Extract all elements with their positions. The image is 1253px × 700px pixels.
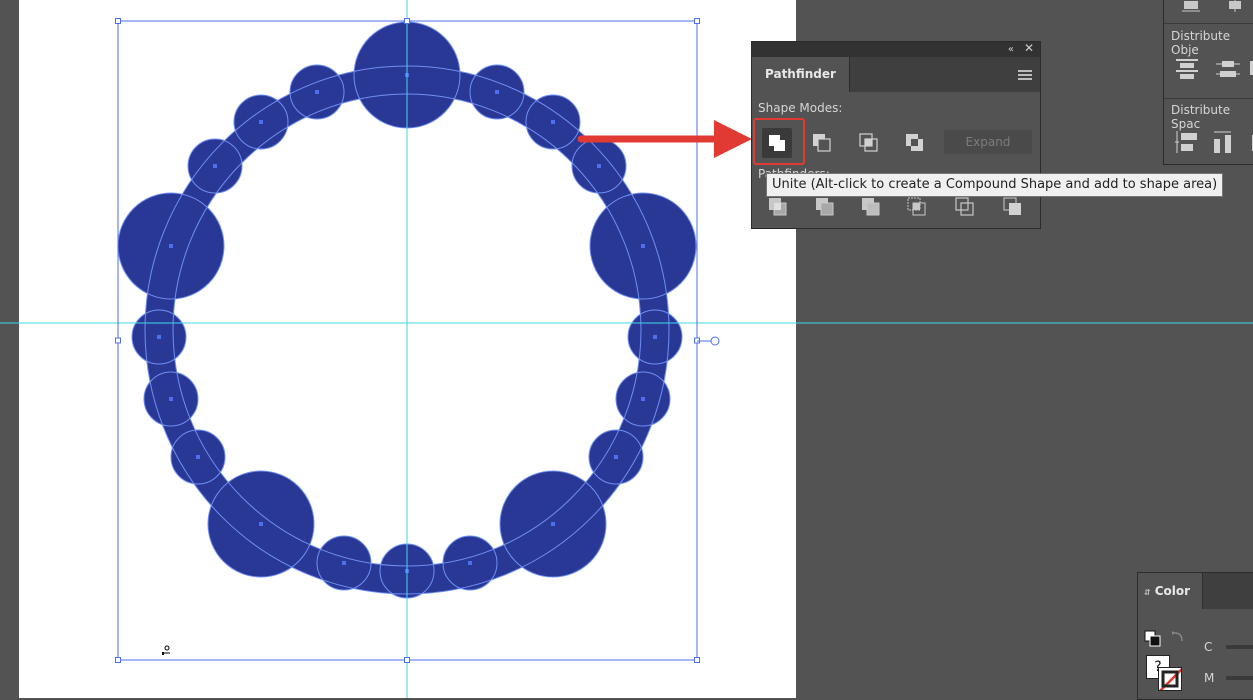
tab-arrows-icon: ⇵ — [1144, 588, 1151, 597]
distribute-top-icon — [1176, 59, 1198, 79]
distribute-spacing-label: Distribute Spac — [1171, 103, 1231, 131]
center-point — [213, 164, 217, 168]
divide-button[interactable] — [766, 195, 792, 221]
crop-button[interactable] — [905, 195, 931, 221]
handle-bottom-middle[interactable] — [404, 657, 410, 663]
unite-tooltip: Unite (Alt-click to create a Compound Sh… — [766, 173, 1224, 197]
fill-stroke-swap-icon[interactable] — [1144, 630, 1162, 648]
workspace[interactable] — [0, 0, 1253, 698]
center-point — [342, 561, 346, 565]
center-point — [551, 522, 555, 526]
channel-c-label: C — [1204, 640, 1213, 654]
center-point — [196, 455, 200, 459]
panel-title-bar[interactable]: « ✕ — [752, 41, 1040, 57]
exclude-icon — [906, 134, 923, 151]
stroke-none-swatch[interactable] — [1158, 667, 1182, 691]
align-top-icons — [1174, 0, 1253, 13]
center-point — [169, 397, 173, 401]
center-point — [157, 335, 161, 339]
handle-bottom-left[interactable] — [115, 657, 121, 663]
center-point — [597, 164, 601, 168]
minus-back-button[interactable] — [1001, 195, 1027, 221]
handle-middle-left[interactable] — [115, 337, 121, 344]
vertical-distribute-space-icon — [1175, 131, 1197, 153]
center-point — [614, 455, 618, 459]
handle-top-left[interactable] — [115, 18, 121, 24]
distribute-vcenter-icon — [1216, 61, 1240, 77]
color-panel[interactable]: ⇵Color ? C M — [1137, 572, 1253, 700]
trim-button[interactable] — [813, 195, 839, 221]
expand-button[interactable]: Expand — [944, 130, 1032, 154]
exclude-button[interactable] — [902, 130, 928, 156]
center-point — [641, 397, 645, 401]
minus-back-icon — [1003, 197, 1021, 215]
tab-pathfinder[interactable]: Pathfinder — [752, 57, 850, 92]
channel-m-slider[interactable] — [1226, 676, 1253, 680]
distribute-spacing-buttons[interactable] — [1174, 129, 1253, 157]
center-point — [259, 120, 263, 124]
channel-m-label: M — [1204, 671, 1215, 685]
handle-bottom-right[interactable] — [694, 657, 700, 663]
swap-arrow-icon[interactable] — [1170, 629, 1186, 645]
channel-c-slider[interactable] — [1226, 645, 1253, 649]
handle-top-middle[interactable] — [404, 18, 410, 24]
distribute-objects-label: Distribute Obje — [1171, 29, 1231, 57]
outline-button[interactable] — [953, 195, 979, 221]
shape-modes-label: Shape Modes: — [758, 101, 843, 115]
center-point — [551, 120, 555, 124]
center-point — [169, 244, 173, 248]
panel-tab-bar: Pathfinder — [752, 57, 1040, 92]
distribute-objects-buttons[interactable] — [1174, 55, 1253, 83]
trim-icon — [816, 198, 834, 216]
color-panel-tab-bar: ⇵ Color — [1138, 573, 1253, 609]
close-icon[interactable]: ✕ — [1024, 41, 1034, 56]
center-point — [468, 561, 472, 565]
intersect-icon — [859, 133, 878, 152]
merge-button[interactable] — [859, 195, 885, 221]
intersect-button[interactable] — [856, 130, 882, 156]
crop-icon — [907, 197, 926, 216]
rotate-handle[interactable] — [710, 336, 720, 346]
panel-menu-icon[interactable] — [1018, 70, 1032, 80]
merge-icon — [862, 198, 880, 216]
tab-color[interactable]: ⇵ Color — [1138, 573, 1204, 609]
align-panel[interactable]: Distribute Obje Distribute Spac — [1163, 0, 1253, 165]
outline-icon — [955, 197, 974, 216]
center-point — [653, 335, 657, 339]
unite-highlight-box — [753, 118, 805, 165]
center-point — [641, 244, 645, 248]
handle-top-right[interactable] — [694, 18, 700, 24]
center-point — [495, 90, 499, 94]
center-point — [259, 522, 263, 526]
divide-icon — [769, 198, 787, 216]
collapse-icon[interactable]: « — [1008, 42, 1014, 57]
center-point — [315, 90, 319, 94]
color-tab-label: Color — [1154, 584, 1191, 598]
none-slash-icon — [1159, 668, 1181, 690]
minus-front-icon — [813, 134, 831, 152]
horizontal-distribute-space-icon — [1214, 131, 1231, 153]
minus-front-button[interactable] — [809, 130, 835, 156]
